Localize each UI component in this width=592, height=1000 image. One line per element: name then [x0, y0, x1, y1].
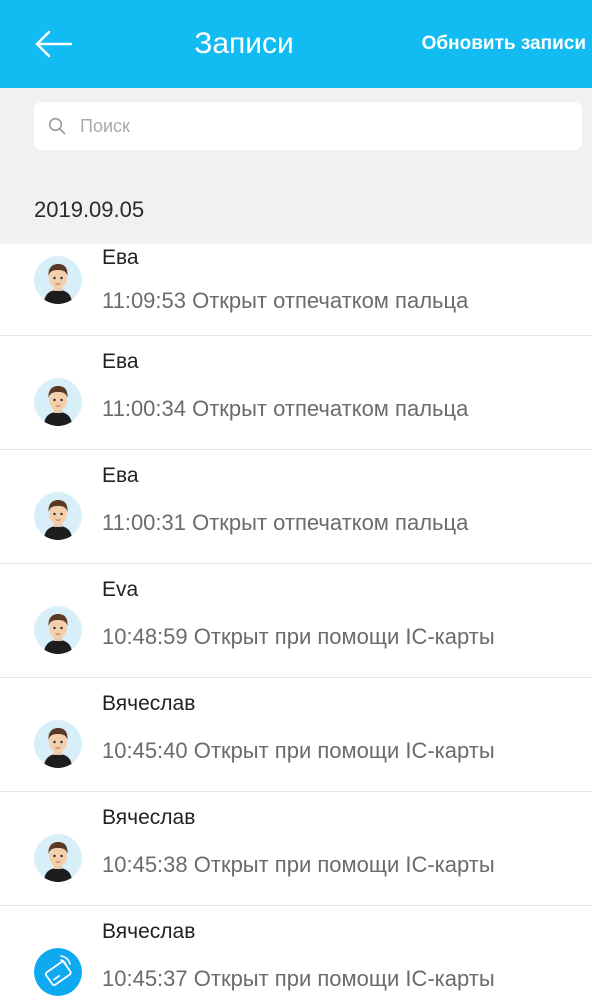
user-avatar-icon [34, 834, 82, 882]
record-user-name: Eva [102, 578, 139, 601]
ic-card-icon [34, 948, 82, 996]
record-detail: 11:00:31 Открыт отпечатком пальца [102, 510, 469, 535]
back-button[interactable] [30, 24, 76, 64]
record-row[interactable]: Eva 10:48:59 Открыт при помощи IC-карты [0, 564, 592, 678]
arrow-left-icon [35, 30, 73, 58]
user-avatar-icon [34, 606, 82, 654]
record-detail: 11:09:53 Открыт отпечатком пальца [102, 288, 469, 313]
record-row[interactable]: Ева 11:09:53 Открыт отпечатком пальца [0, 244, 592, 336]
record-row[interactable]: Вячеслав 10:45:37 Открыт при помощи IC-ка… [0, 906, 592, 1000]
record-user-name: Ева [102, 246, 139, 269]
search-input[interactable] [80, 115, 560, 137]
app-header: Записи Обновить записи [0, 0, 592, 88]
user-avatar-icon [34, 378, 82, 426]
record-detail: 10:45:40 Открыт при помощи IC-карты [102, 738, 495, 763]
page-title-text: Записи [194, 27, 294, 60]
search-area: 2019.09.05 [0, 88, 592, 244]
record-user-name: Вячеслав [102, 692, 196, 715]
user-avatar-icon [34, 256, 82, 304]
record-row[interactable]: Вячеслав 10:45:38 Открыт при помощи IC-ка… [0, 792, 592, 906]
date-group-label: 2019.09.05 [34, 197, 145, 222]
refresh-records-button[interactable]: Обновить записи [422, 28, 586, 60]
user-avatar-icon [34, 720, 82, 768]
record-detail: 11:00:34 Открыт отпечатком пальца [102, 396, 469, 421]
search-icon [48, 116, 68, 136]
record-user-name: Ева [102, 350, 139, 373]
search-box[interactable] [34, 102, 582, 150]
record-detail: 10:45:37 Открыт при помощи IC-карты [102, 966, 495, 991]
record-row[interactable]: Ева 11:00:31 Открыт отпечатком пальца [0, 450, 592, 564]
records-list: Ева 11:09:53 Открыт отпечатком пальца Ева… [0, 244, 592, 1000]
record-user-name: Вячеслав [102, 806, 196, 829]
record-row[interactable]: Ева 11:00:34 Открыт отпечатком пальца [0, 336, 592, 450]
record-row[interactable]: Вячеслав 10:45:40 Открыт при помощи IC-ка… [0, 678, 592, 792]
record-user-name: Ева [102, 464, 139, 487]
user-avatar-icon [34, 492, 82, 540]
record-user-name: Вячеслав [102, 920, 196, 943]
record-detail: 10:48:59 Открыт при помощи IC-карты [102, 624, 495, 649]
record-detail: 10:45:38 Открыт при помощи IC-карты [102, 852, 495, 877]
